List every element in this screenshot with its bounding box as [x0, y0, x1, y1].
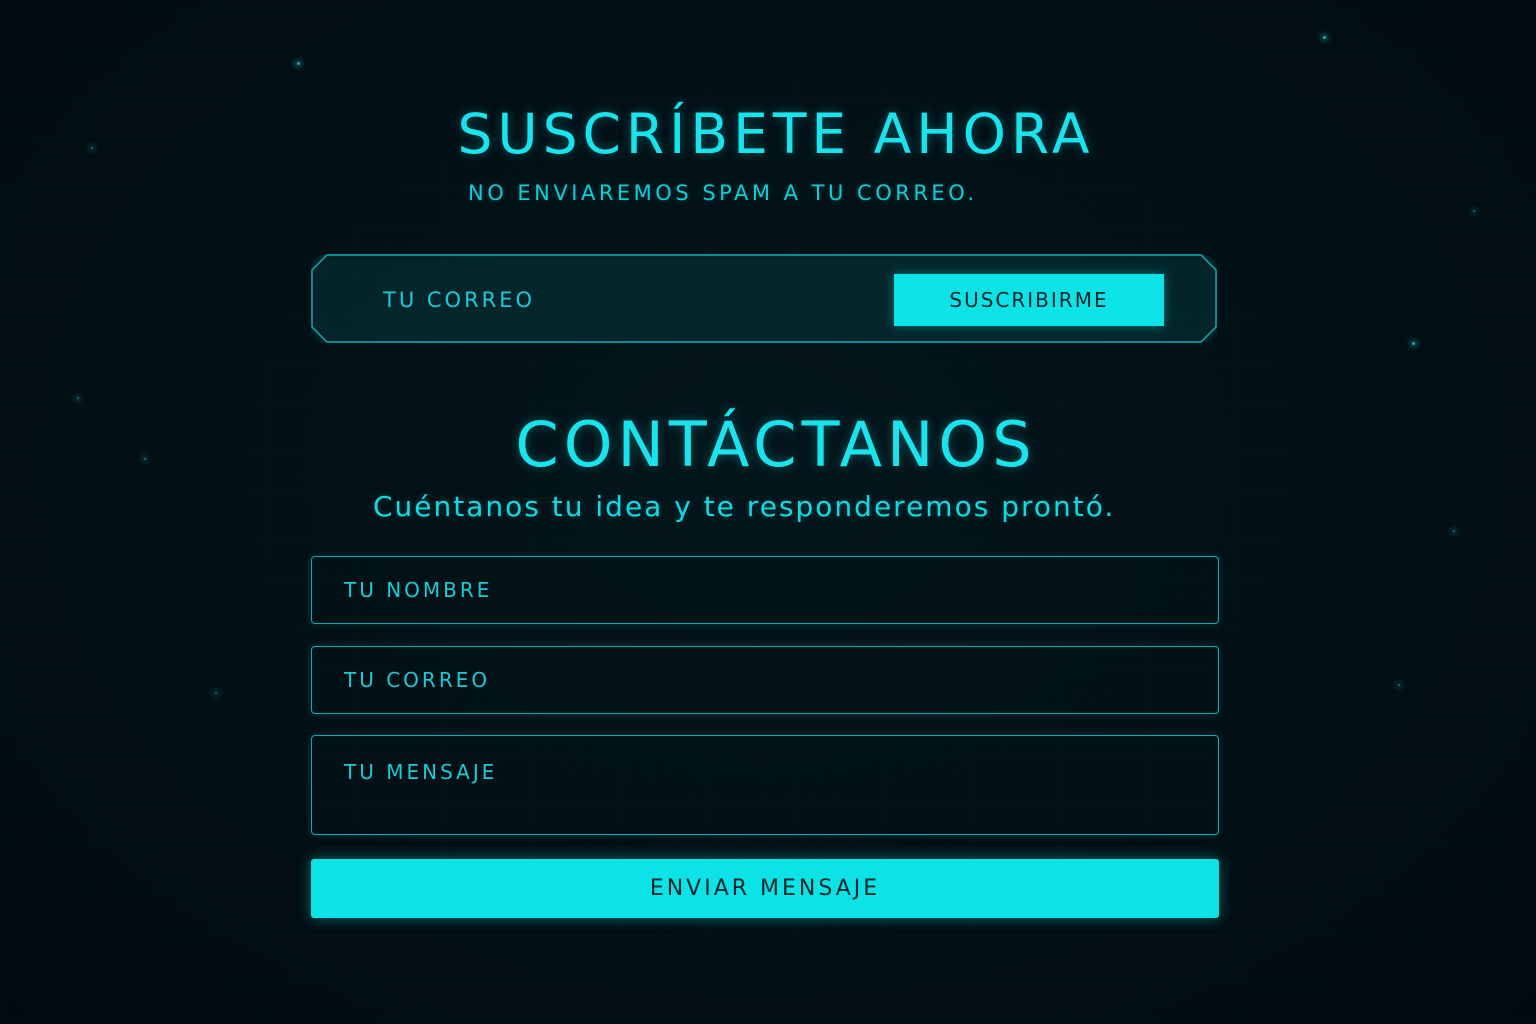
newsletter-email-input[interactable] — [381, 276, 875, 324]
contact-message-field[interactable] — [311, 735, 1219, 835]
background-star — [77, 397, 79, 399]
background-star — [1473, 210, 1475, 212]
background-star — [297, 62, 300, 65]
background-star — [215, 692, 217, 694]
subscribe-button[interactable]: SUSCRIBIRME — [894, 274, 1164, 326]
newsletter-form: SUSCRIBIRME — [311, 254, 1217, 343]
newsletter-subtitle: NO ENVIAREMOS SPAM A TU CORREO. — [468, 181, 978, 205]
contact-subtitle: Cuéntanos tu idea y te responderemos pro… — [373, 490, 1116, 523]
background-star — [1398, 684, 1400, 686]
contact-title: CONTÁCTANOS — [515, 408, 1037, 481]
contact-name-field[interactable] — [311, 556, 1219, 624]
background-star — [1453, 530, 1455, 532]
background-star — [1323, 36, 1326, 39]
contact-email-field[interactable] — [311, 646, 1219, 714]
background-star — [1412, 342, 1415, 345]
send-message-button[interactable]: ENVIAR MENSAJE — [311, 859, 1219, 918]
newsletter-title: SUSCRÍBETE AHORA — [457, 102, 1095, 166]
